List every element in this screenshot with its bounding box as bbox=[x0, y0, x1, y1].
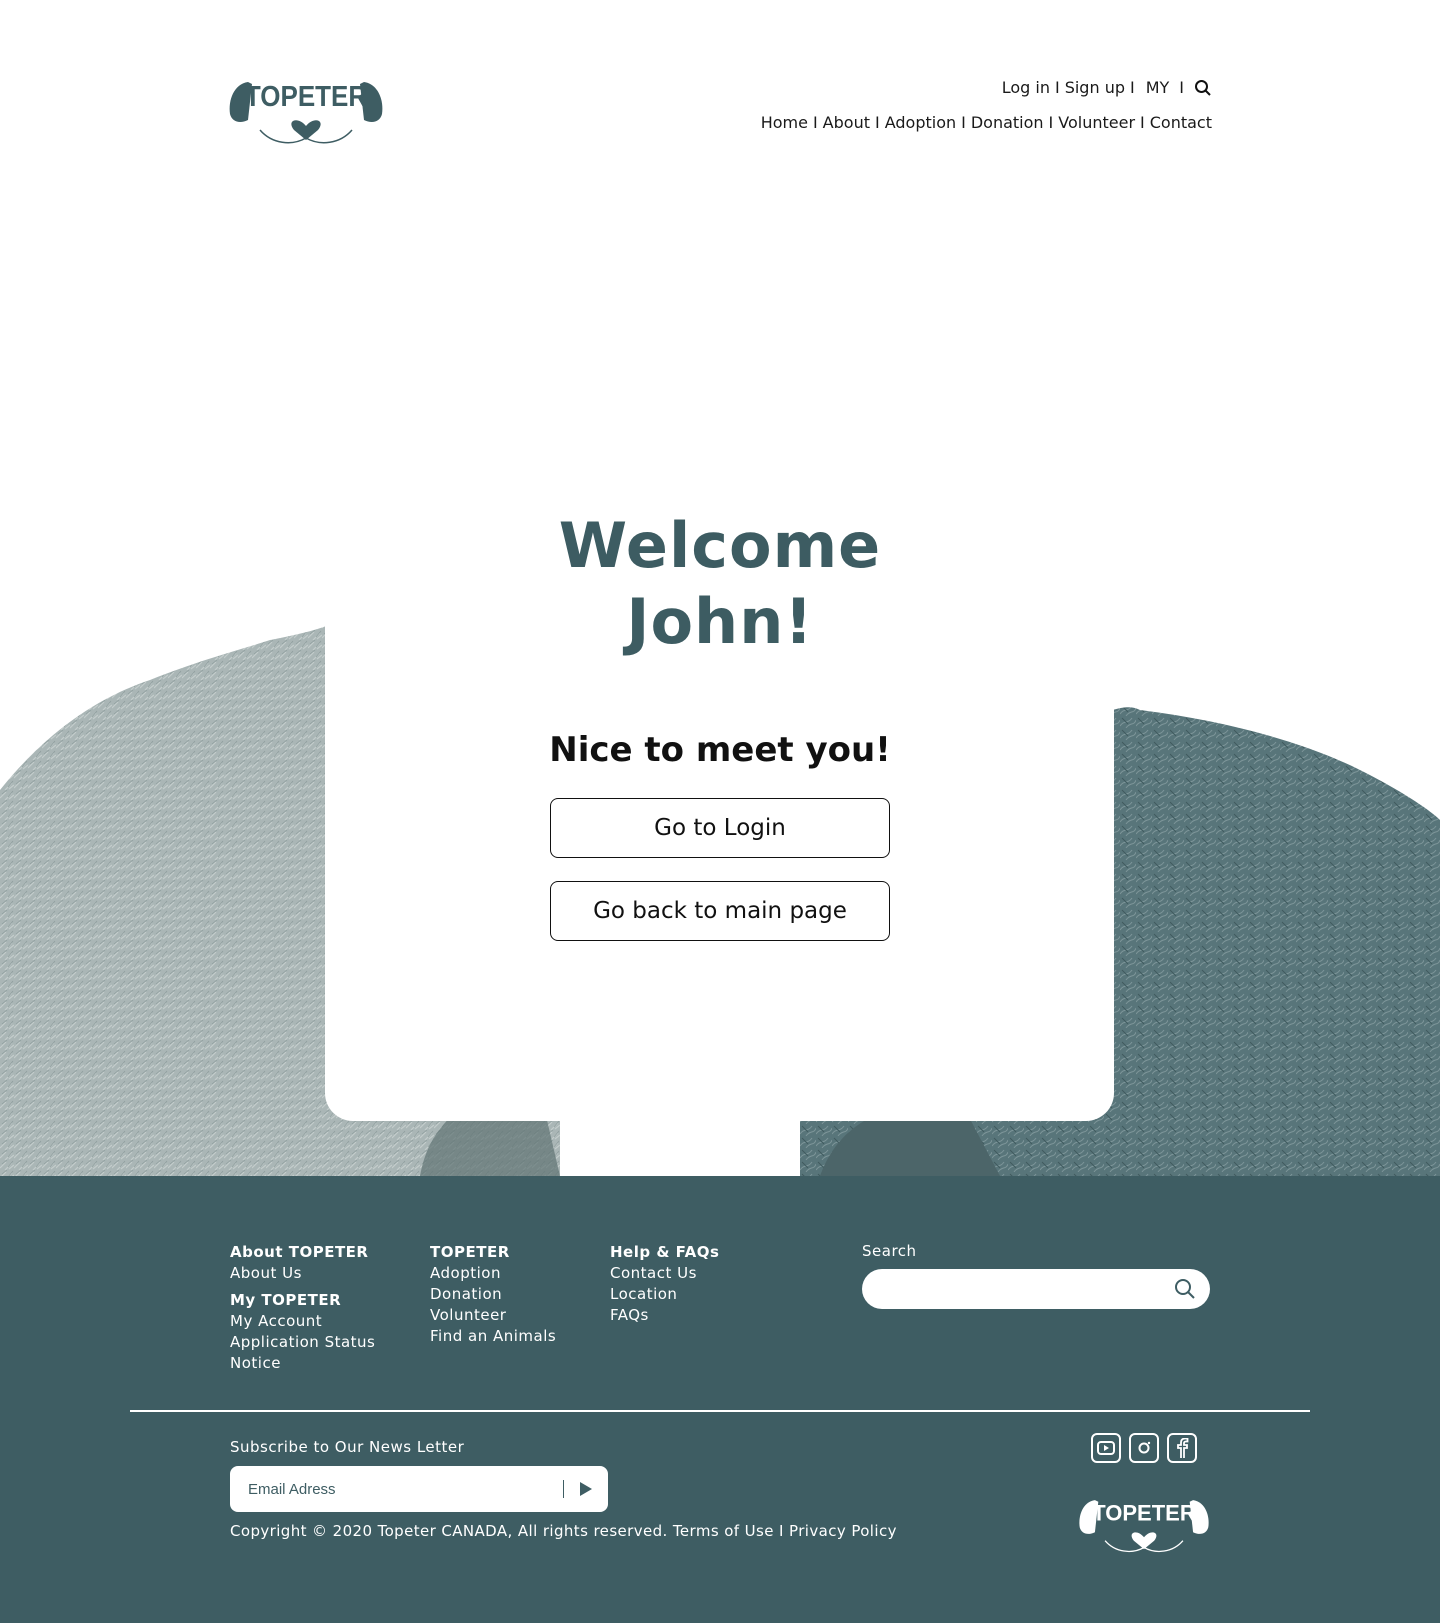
copyright-text: Copyright © 2020 Topeter CANADA, All rig… bbox=[230, 1522, 897, 1540]
footer-link-application-status[interactable]: Application Status bbox=[230, 1332, 375, 1353]
footer-heading: My TOPETER bbox=[230, 1291, 342, 1309]
separator: I bbox=[1054, 78, 1060, 97]
welcome-line: Welcome bbox=[558, 509, 882, 582]
footer-link-find-animals[interactable]: Find an Animals bbox=[430, 1326, 556, 1347]
footer-column-topeter: TOPETER Adoption Donation Volunteer Find… bbox=[430, 1242, 556, 1347]
footer-link-my-account[interactable]: My Account bbox=[230, 1311, 375, 1332]
nav-home[interactable]: Home bbox=[761, 113, 808, 132]
nav-volunteer[interactable]: Volunteer bbox=[1058, 113, 1135, 132]
nav-contact[interactable]: Contact bbox=[1150, 113, 1212, 132]
user-name-line: John! bbox=[626, 585, 814, 658]
search-icon[interactable] bbox=[1194, 79, 1212, 97]
site-footer: About TOPETER About Us My TOPETER My Acc… bbox=[0, 1176, 1440, 1623]
facebook-icon[interactable] bbox=[1167, 1433, 1197, 1463]
nav-donation[interactable]: Donation bbox=[971, 113, 1044, 132]
footer-link-about-us[interactable]: About Us bbox=[230, 1263, 375, 1284]
svg-text:TOPETER: TOPETER bbox=[1092, 1500, 1196, 1525]
signup-link[interactable]: Sign up bbox=[1065, 78, 1125, 97]
footer-link-donation[interactable]: Donation bbox=[430, 1284, 556, 1305]
topeter-footer-logo[interactable]: TOPETER bbox=[1078, 1498, 1210, 1558]
topeter-logo[interactable]: TOPETER bbox=[228, 80, 384, 150]
input-divider bbox=[563, 1480, 564, 1498]
footer-search-input[interactable] bbox=[878, 1277, 1158, 1301]
main-nav: Home I About I Adoption I Donation I Vol… bbox=[761, 113, 1212, 132]
separator: I bbox=[812, 113, 818, 132]
separator: I bbox=[961, 113, 966, 132]
separator: I bbox=[1048, 113, 1054, 132]
newsletter-form bbox=[230, 1466, 608, 1512]
my-link[interactable]: MY bbox=[1146, 78, 1170, 97]
footer-column-about: About TOPETER About Us My TOPETER My Acc… bbox=[230, 1242, 375, 1374]
email-field[interactable] bbox=[248, 1478, 548, 1500]
account-links: Log in I Sign up I MY I bbox=[1002, 78, 1212, 97]
send-arrow-icon[interactable] bbox=[578, 1480, 594, 1498]
footer-link-location[interactable]: Location bbox=[610, 1284, 719, 1305]
newsletter-label: Subscribe to Our News Letter bbox=[230, 1438, 465, 1456]
nav-about[interactable]: About bbox=[823, 113, 870, 132]
instagram-icon[interactable] bbox=[1129, 1433, 1159, 1463]
footer-divider bbox=[130, 1410, 1310, 1412]
footer-heading: About TOPETER bbox=[230, 1243, 369, 1261]
separator: I bbox=[1140, 113, 1145, 132]
go-to-login-button[interactable]: Go to Login bbox=[550, 798, 890, 858]
footer-column-help: Help & FAQs Contact Us Location FAQs bbox=[610, 1242, 719, 1326]
svg-text:TOPETER: TOPETER bbox=[245, 80, 368, 112]
footer-heading: Help & FAQs bbox=[610, 1243, 720, 1261]
footer-link-faqs[interactable]: FAQs bbox=[610, 1305, 719, 1326]
footer-link-volunteer[interactable]: Volunteer bbox=[430, 1305, 556, 1326]
youtube-icon[interactable] bbox=[1091, 1433, 1121, 1463]
footer-search-label: Search bbox=[862, 1242, 917, 1260]
search-icon[interactable] bbox=[1174, 1278, 1196, 1300]
footer-link-contact-us[interactable]: Contact Us bbox=[610, 1263, 719, 1284]
footer-link-notice[interactable]: Notice bbox=[230, 1353, 375, 1374]
footer-heading: TOPETER bbox=[430, 1243, 510, 1261]
separator: I bbox=[1179, 78, 1184, 97]
footer-link-adoption[interactable]: Adoption bbox=[430, 1263, 556, 1284]
footer-search-box bbox=[862, 1269, 1210, 1309]
separator: I bbox=[874, 113, 880, 132]
login-link[interactable]: Log in bbox=[1002, 78, 1050, 97]
separator: I bbox=[1129, 78, 1135, 97]
nav-adoption[interactable]: Adoption bbox=[885, 113, 956, 132]
go-back-main-button[interactable]: Go back to main page bbox=[550, 881, 890, 941]
page-title: Welcome John! bbox=[0, 508, 1440, 660]
greeting-subtitle: Nice to meet you! bbox=[549, 730, 891, 770]
